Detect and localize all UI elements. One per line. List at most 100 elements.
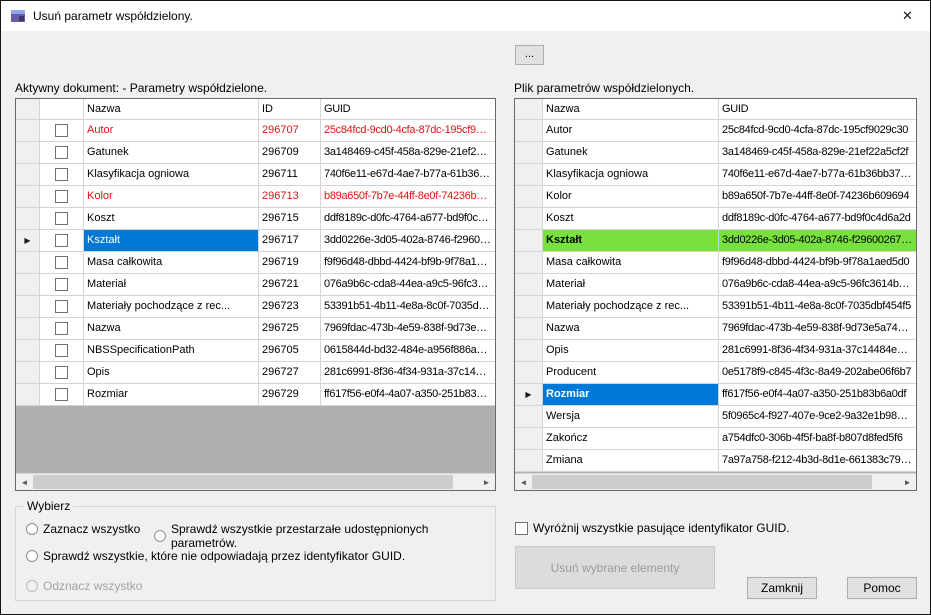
table-row[interactable]: Nazwa 296725 7969fdac-473b-4e59-838f-9d73e… (16, 318, 495, 340)
header-nazwa[interactable]: Nazwa (84, 99, 259, 120)
cell-name[interactable]: Kształt (543, 230, 719, 252)
cell-name[interactable]: Zmiana (543, 450, 719, 472)
row-selector[interactable] (515, 142, 543, 164)
cell-guid[interactable]: ff617f56-e0f4-4a07-a350-251b83b6a0df (321, 384, 495, 406)
checkbox-icon[interactable] (55, 234, 68, 247)
row-selector[interactable] (16, 186, 40, 208)
cell-guid[interactable]: 25c84fcd-9cd0-4cfa-87dc-195cf9029c30 (719, 120, 916, 142)
cell-id[interactable]: 296725 (259, 318, 321, 340)
cell-guid[interactable]: 076a9b6c-cda8-44ea-a9c5-96fc3614b... (321, 274, 495, 296)
cell-guid[interactable]: 7969fdac-473b-4e59-838f-9d73e5a74... (321, 318, 495, 340)
cell-guid[interactable]: b89a650f-7b7e-44ff-8e0f-74236b60969 (321, 186, 495, 208)
row-selector[interactable] (515, 296, 543, 318)
row-selector[interactable] (515, 208, 543, 230)
cell-name[interactable]: Materiał (84, 274, 259, 296)
header-id[interactable]: ID (259, 99, 321, 120)
row-selector[interactable]: ▶ (16, 230, 40, 252)
cell-id[interactable]: 296715 (259, 208, 321, 230)
cell-id[interactable]: 296711 (259, 164, 321, 186)
checkbox-icon[interactable] (55, 366, 68, 379)
cell-guid[interactable]: ff617f56-e0f4-4a07-a350-251b83b6a0df (719, 384, 916, 406)
table-row[interactable]: Gatunek 3a148469-c45f-458a-829e-21ef22a5c… (515, 142, 916, 164)
cell-guid[interactable]: 076a9b6c-cda8-44ea-a9c5-96fc3614bc28 (719, 274, 916, 296)
cell-guid[interactable]: 25c84fcd-9cd0-4cfa-87dc-195cf9029c... (321, 120, 495, 142)
radio-select-all[interactable]: Zaznacz wszystko (26, 522, 140, 536)
row-selector[interactable] (16, 340, 40, 362)
cell-guid[interactable]: 53391b51-4b11-4e8a-8c0f-7035dbf454f5 (719, 296, 916, 318)
checkbox-icon[interactable] (55, 300, 68, 313)
highlight-guid-checkbox[interactable]: Wyróżnij wszystkie pasujące identyfikato… (515, 521, 790, 535)
cell-guid[interactable]: 3a148469-c45f-458a-829e-21ef22a5cf2 (321, 142, 495, 164)
row-checkbox-cell[interactable] (40, 142, 84, 164)
cell-name[interactable]: Gatunek (84, 142, 259, 164)
cell-guid[interactable]: 740f6e11-e67d-4ae7-b77a-61b36bb37bde (719, 164, 916, 186)
row-checkbox-cell[interactable] (40, 252, 84, 274)
cell-guid[interactable]: f9f96d48-dbbd-4424-bf9b-9f78a1aed5d0 (321, 252, 495, 274)
cell-id[interactable]: 296705 (259, 340, 321, 362)
cell-name[interactable]: Masa całkowita (543, 252, 719, 274)
scrollbar-thumb[interactable] (33, 475, 453, 489)
row-selector[interactable] (16, 120, 40, 142)
checkbox-icon[interactable] (55, 168, 68, 181)
cell-guid[interactable]: 3dd0226e-3d05-402a-8746-f296002671e6 (719, 230, 916, 252)
checkbox-icon[interactable] (55, 212, 68, 225)
cell-name[interactable]: Wersja (543, 406, 719, 428)
table-row[interactable]: Masa całkowita f9f96d48-dbbd-4424-bf9b-9f… (515, 252, 916, 274)
cell-name[interactable]: Koszt (84, 208, 259, 230)
row-selector[interactable] (16, 252, 40, 274)
checkbox-icon[interactable] (55, 322, 68, 335)
cell-name[interactable]: NBSSpecificationPath (84, 340, 259, 362)
cell-guid[interactable]: 3dd0226e-3d05-402a-8746-f29600267... (321, 230, 495, 252)
row-checkbox-cell[interactable] (40, 186, 84, 208)
cell-name[interactable]: Klasyfikacja ogniowa (84, 164, 259, 186)
table-row[interactable]: Klasyfikacja ogniowa 740f6e11-e67d-4ae7-b… (515, 164, 916, 186)
scroll-right-arrow-icon[interactable]: ► (478, 474, 495, 490)
table-row[interactable]: Materiały pochodzące z rec... 296723 53391… (16, 296, 495, 318)
row-checkbox-cell[interactable] (40, 318, 84, 340)
row-checkbox-cell[interactable] (40, 230, 84, 252)
cell-name[interactable]: Zakończ (543, 428, 719, 450)
radio-check-guid-mismatch[interactable]: Sprawdź wszystkie, które nie odpowiadają… (26, 549, 405, 563)
checkbox-icon[interactable] (55, 124, 68, 137)
row-selector[interactable] (515, 362, 543, 384)
row-selector[interactable] (16, 208, 40, 230)
close-button[interactable]: Zamknij (747, 577, 817, 599)
table-row[interactable]: Gatunek 296709 3a148469-c45f-458a-829e-21e… (16, 142, 495, 164)
cell-name[interactable]: Kolor (84, 186, 259, 208)
cell-name[interactable]: Koszt (543, 208, 719, 230)
cell-guid[interactable]: 53391b51-4b11-4e8a-8c0f-7035dbf45... (321, 296, 495, 318)
cell-id[interactable]: 296721 (259, 274, 321, 296)
cell-id[interactable]: 296713 (259, 186, 321, 208)
cell-name[interactable]: Gatunek (543, 142, 719, 164)
help-button[interactable]: Pomoc (847, 577, 917, 599)
cell-name[interactable]: Klasyfikacja ogniowa (543, 164, 719, 186)
row-selector[interactable] (515, 450, 543, 472)
left-table-hscrollbar[interactable]: ◄ ► (16, 473, 495, 490)
row-selector[interactable] (515, 186, 543, 208)
row-checkbox-cell[interactable] (40, 340, 84, 362)
table-row[interactable]: Autor 25c84fcd-9cd0-4cfa-87dc-195cf9029c3… (515, 120, 916, 142)
table-row[interactable]: Zakończ a754dfc0-306b-4f5f-ba8f-b807d8fed… (515, 428, 916, 450)
row-selector[interactable] (16, 142, 40, 164)
row-selector[interactable] (16, 318, 40, 340)
cell-guid[interactable]: ddf8189c-d0fc-4764-a677-bd9f0c4d6a2d (719, 208, 916, 230)
table-row[interactable]: ▶ Rozmiar ff617f56-e0f4-4a07-a350-251b83b6… (515, 384, 916, 406)
table-row[interactable]: Materiał 296721 076a9b6c-cda8-44ea-a9c5-96… (16, 274, 495, 296)
row-selector[interactable] (515, 120, 543, 142)
cell-name[interactable]: Nazwa (84, 318, 259, 340)
scroll-left-arrow-icon[interactable]: ◄ (515, 474, 532, 490)
row-selector[interactable] (515, 340, 543, 362)
table-row[interactable]: Opis 296727 281c6991-8f36-4f34-931a-37c144… (16, 362, 495, 384)
checkbox-icon[interactable] (55, 146, 68, 159)
checkbox-icon[interactable] (55, 344, 68, 357)
row-selector[interactable] (16, 362, 40, 384)
table-row[interactable]: Materiał 076a9b6c-cda8-44ea-a9c5-96fc3614… (515, 274, 916, 296)
cell-name[interactable]: Autor (543, 120, 719, 142)
cell-name[interactable]: Opis (84, 362, 259, 384)
table-row[interactable]: Zmiana 7a97a758-f212-4b3d-8d1e-661383c79e… (515, 450, 916, 472)
table-row[interactable]: Koszt 296715 ddf8189c-d0fc-4764-a677-bd9f0… (16, 208, 495, 230)
cell-id[interactable]: 296729 (259, 384, 321, 406)
cell-name[interactable]: Producent (543, 362, 719, 384)
row-selector[interactable] (515, 428, 543, 450)
table-row[interactable]: Nazwa 7969fdac-473b-4e59-838f-9d73e5a7429… (515, 318, 916, 340)
